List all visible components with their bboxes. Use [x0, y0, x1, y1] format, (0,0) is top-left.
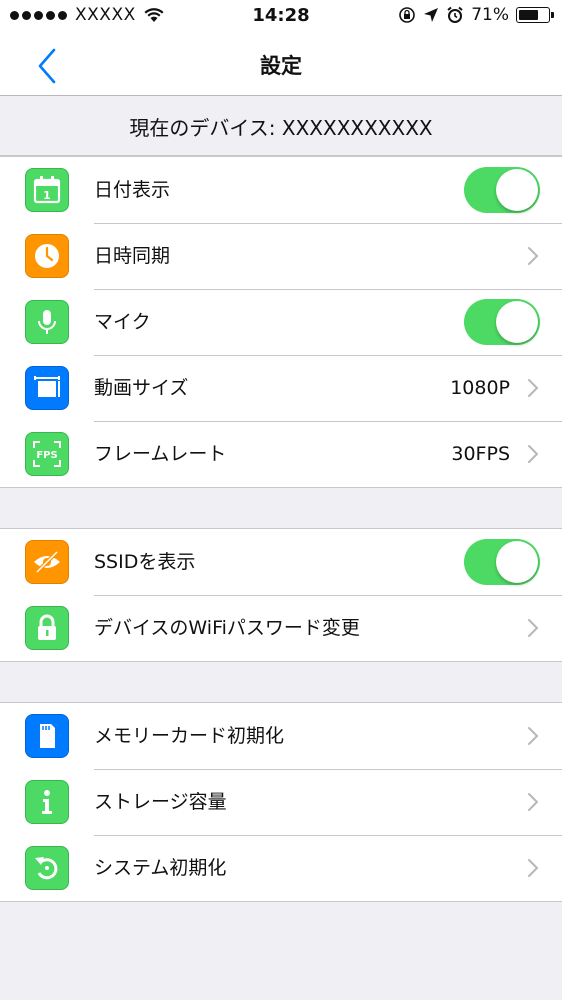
row-system-reset[interactable]: システム初期化 — [0, 835, 562, 901]
row-wifi-password[interactable]: デバイスのWiFiパスワード変更 — [0, 595, 562, 661]
current-device-label: 現在のデバイス: XXXXXXXXXXX — [0, 97, 562, 156]
chevron-right-icon — [528, 445, 539, 463]
system-reset-label: システム初期化 — [94, 857, 227, 879]
row-microphone: マイク — [0, 289, 562, 355]
status-bar: XXXXX 14:28 71% — [0, 0, 562, 34]
row-date-display: 1 日付表示 — [0, 157, 562, 223]
clock-icon — [25, 234, 69, 278]
wifi-password-label: デバイスのWiFiパスワード変更 — [94, 617, 360, 639]
chevron-right-icon — [528, 727, 539, 745]
battery-icon — [516, 7, 554, 23]
svg-text:1: 1 — [43, 189, 51, 202]
alarm-icon — [447, 6, 463, 23]
microphone-label: マイク — [94, 311, 151, 333]
video-size-label: 動画サイズ — [94, 377, 189, 399]
settings-group-storage: メモリーカード初期化 ストレージ容量 システム初期化 — [0, 702, 562, 902]
status-right: 71% — [398, 5, 554, 25]
fps-icon: FPS — [25, 432, 69, 476]
reset-icon — [25, 846, 69, 890]
info-icon — [25, 780, 69, 824]
navigation-bar: 設定 — [0, 34, 562, 96]
format-memory-card-label: メモリーカード初期化 — [94, 725, 285, 747]
storage-capacity-label: ストレージ容量 — [94, 791, 227, 813]
sd-card-icon — [25, 714, 69, 758]
battery-level — [519, 10, 538, 20]
microphone-toggle[interactable] — [464, 299, 540, 345]
microphone-icon — [25, 300, 69, 344]
settings-group-camera: 1 日付表示 日時同期 マイク 動画サイズ 1080P FPS フレームレート … — [0, 156, 562, 488]
show-ssid-label: SSIDを表示 — [94, 551, 196, 573]
row-format-memory-card[interactable]: メモリーカード初期化 — [0, 703, 562, 769]
chevron-right-icon — [528, 379, 539, 397]
chevron-right-icon — [528, 859, 539, 877]
video-size-icon — [25, 366, 69, 410]
date-display-label: 日付表示 — [94, 179, 171, 201]
row-storage-capacity[interactable]: ストレージ容量 — [0, 769, 562, 835]
row-time-sync[interactable]: 日時同期 — [0, 223, 562, 289]
location-arrow-icon — [424, 8, 439, 22]
date-display-toggle[interactable] — [464, 167, 540, 213]
chevron-right-icon — [528, 247, 539, 265]
row-frame-rate[interactable]: FPS フレームレート 30FPS — [0, 421, 562, 487]
time-sync-label: 日時同期 — [94, 245, 171, 267]
row-show-ssid: SSIDを表示 — [0, 529, 562, 595]
calendar-icon: 1 — [25, 168, 69, 212]
svg-text:FPS: FPS — [36, 450, 57, 461]
chevron-right-icon — [528, 793, 539, 811]
video-size-value: 1080P — [450, 377, 510, 399]
frame-rate-label: フレームレート — [94, 443, 227, 465]
show-ssid-toggle[interactable] — [464, 539, 540, 585]
lock-icon — [25, 606, 69, 650]
eye-slash-icon — [25, 540, 69, 584]
battery-percent: 71% — [471, 5, 509, 25]
rotation-lock-icon — [399, 7, 416, 23]
chevron-right-icon — [528, 619, 539, 637]
page-title: 設定 — [260, 54, 302, 78]
row-video-size[interactable]: 動画サイズ 1080P — [0, 355, 562, 421]
settings-group-wifi: SSIDを表示 デバイスのWiFiパスワード変更 — [0, 528, 562, 662]
frame-rate-value: 30FPS — [451, 443, 510, 465]
